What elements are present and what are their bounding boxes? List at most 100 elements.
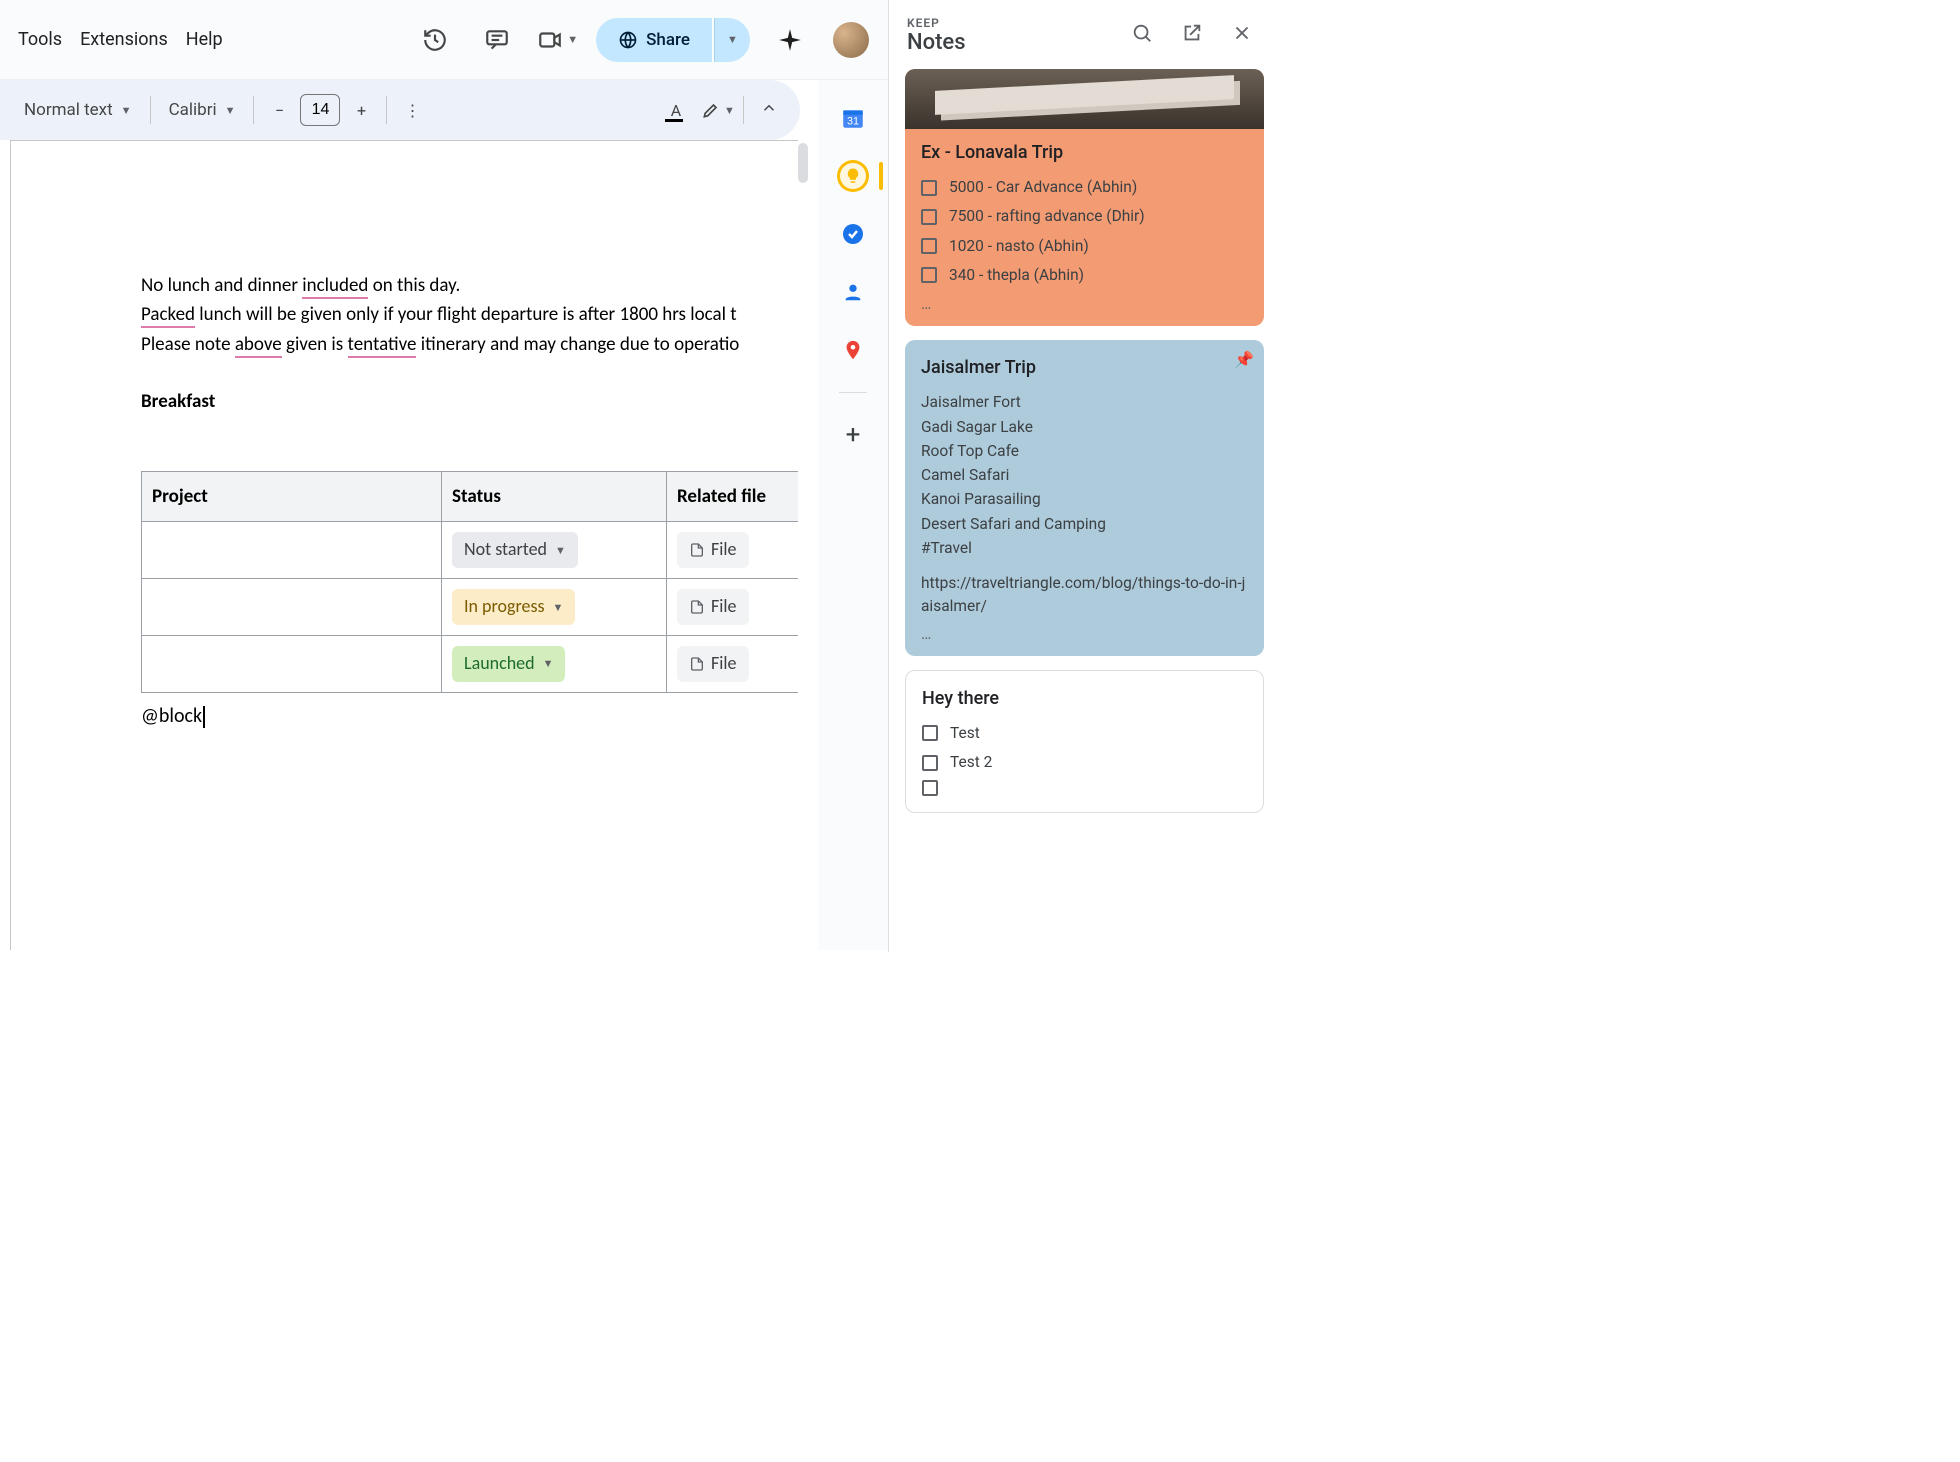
share-dropdown[interactable]: ▼ bbox=[714, 18, 750, 62]
open-external-icon[interactable] bbox=[1172, 22, 1212, 49]
status-chip-launched[interactable]: Launched ▼ bbox=[452, 646, 565, 682]
note-link[interactable]: https://traveltriangle.com/blog/things-t… bbox=[921, 572, 1248, 619]
keep-app-icon[interactable] bbox=[837, 160, 869, 192]
svg-text:31: 31 bbox=[847, 116, 859, 128]
note-title: Jaisalmer Trip bbox=[921, 354, 1248, 381]
font-size-input[interactable] bbox=[300, 94, 340, 126]
checkbox-icon[interactable] bbox=[921, 267, 937, 283]
keep-notes-list: Ex - Lonavala Trip 5000 - Car Advance (A… bbox=[889, 63, 1280, 819]
th-project: Project bbox=[142, 471, 442, 521]
gemini-icon[interactable] bbox=[768, 18, 812, 62]
font-size-decrease[interactable]: − bbox=[262, 101, 296, 120]
paragraph-style-select[interactable]: Normal text ▼ bbox=[14, 96, 142, 124]
document-content[interactable]: No lunch and dinner included on this day… bbox=[11, 141, 798, 732]
separator bbox=[253, 96, 254, 124]
scrollbar-thumb[interactable] bbox=[798, 143, 808, 183]
status-chip-notstarted[interactable]: Not started ▼ bbox=[452, 532, 578, 568]
search-icon[interactable] bbox=[1122, 22, 1162, 49]
text-color-icon[interactable]: A bbox=[659, 101, 693, 120]
note-title: Ex - Lonavala Trip bbox=[921, 139, 1248, 166]
project-table[interactable]: Project Status Related file Not started … bbox=[141, 471, 798, 693]
maps-app-icon[interactable] bbox=[837, 334, 869, 366]
heading-breakfast[interactable]: Breakfast bbox=[141, 387, 798, 416]
app-topbar: Tools Extensions Help ▼ Share ▼ bbox=[0, 0, 888, 80]
at-mention-text[interactable]: @block bbox=[141, 701, 798, 732]
note-checklist-item[interactable]: 340 - thepla (Abhin) bbox=[921, 264, 1248, 287]
paragraph[interactable]: Packed lunch will be given only if your … bbox=[141, 300, 798, 329]
th-files: Related file bbox=[667, 471, 799, 521]
comments-icon[interactable] bbox=[475, 18, 519, 62]
th-status: Status bbox=[442, 471, 667, 521]
contacts-app-icon[interactable] bbox=[837, 276, 869, 308]
table-row[interactable]: In progress ▼ File bbox=[142, 579, 799, 636]
document-canvas[interactable]: No lunch and dinner included on this day… bbox=[10, 140, 798, 950]
menu-help[interactable]: Help bbox=[186, 29, 223, 50]
font-size-increase[interactable]: + bbox=[344, 101, 378, 120]
paragraph-style-label: Normal text bbox=[24, 100, 113, 120]
font-family-label: Calibri bbox=[169, 100, 217, 120]
history-icon[interactable] bbox=[413, 18, 457, 62]
keep-note-jaisalmer[interactable]: 📌 Jaisalmer Trip Jaisalmer Fort Gadi Sag… bbox=[905, 340, 1264, 656]
text-cursor bbox=[203, 706, 205, 728]
menu-extensions[interactable]: Extensions bbox=[80, 29, 168, 50]
paragraph[interactable]: Please note above given is tentative iti… bbox=[141, 330, 798, 359]
chevron-down-icon: ▼ bbox=[727, 33, 738, 46]
meet-icon[interactable]: ▼ bbox=[537, 18, 578, 62]
rail-separator bbox=[839, 392, 867, 393]
checkbox-icon[interactable] bbox=[921, 180, 937, 196]
note-title: Hey there bbox=[922, 685, 1247, 712]
chevron-down-icon: ▼ bbox=[555, 542, 566, 559]
checkbox-icon[interactable] bbox=[921, 238, 937, 254]
font-size-stepper: − + bbox=[262, 94, 378, 126]
add-addon-icon[interactable]: + bbox=[837, 419, 869, 451]
highlight-icon[interactable]: ▼ bbox=[701, 100, 735, 120]
note-image-preview bbox=[905, 69, 1264, 129]
chevron-down-icon: ▼ bbox=[724, 104, 735, 117]
chevron-down-icon: ▼ bbox=[121, 104, 132, 117]
more-format-icon[interactable]: ⋮ bbox=[395, 101, 429, 120]
checkbox-icon[interactable] bbox=[921, 209, 937, 225]
file-chip[interactable]: File bbox=[677, 589, 749, 625]
calendar-app-icon[interactable]: 31 bbox=[837, 102, 869, 134]
note-checklist-item[interactable]: Test bbox=[922, 722, 1247, 745]
file-chip[interactable]: File bbox=[677, 646, 749, 682]
tasks-app-icon[interactable] bbox=[837, 218, 869, 250]
keep-note-heythere[interactable]: Hey there Test Test 2 bbox=[905, 670, 1264, 814]
checkbox-icon[interactable] bbox=[922, 780, 938, 796]
separator bbox=[386, 96, 387, 124]
font-family-select[interactable]: Calibri ▼ bbox=[159, 96, 246, 124]
note-checklist-item[interactable]: 1020 - nasto (Abhin) bbox=[921, 235, 1248, 258]
separator bbox=[743, 96, 744, 124]
account-avatar[interactable] bbox=[830, 19, 872, 61]
status-chip-inprogress[interactable]: In progress ▼ bbox=[452, 589, 575, 625]
note-more: … bbox=[921, 293, 1248, 316]
note-checklist-item[interactable] bbox=[922, 780, 1247, 796]
collapse-toolbar-icon[interactable] bbox=[752, 99, 786, 121]
paragraph[interactable]: No lunch and dinner included on this day… bbox=[141, 271, 798, 300]
note-body: Jaisalmer Fort Gadi Sagar Lake Roof Top … bbox=[921, 391, 1248, 560]
formatting-toolbar: Normal text ▼ Calibri ▼ − + ⋮ A ▼ bbox=[0, 80, 800, 140]
table-row[interactable]: Launched ▼ File bbox=[142, 635, 799, 692]
top-actions: ▼ Share ▼ bbox=[413, 18, 888, 62]
note-checklist-item[interactable]: Test 2 bbox=[922, 751, 1247, 774]
share-button[interactable]: Share bbox=[596, 18, 712, 62]
menu-bar: Tools Extensions Help bbox=[0, 29, 223, 50]
side-rail: 31 + bbox=[818, 80, 888, 950]
checkbox-icon[interactable] bbox=[922, 725, 938, 741]
note-checklist-item[interactable]: 7500 - rafting advance (Dhir) bbox=[921, 205, 1248, 228]
note-more: … bbox=[921, 623, 1248, 646]
chevron-down-icon: ▼ bbox=[553, 599, 564, 616]
close-icon[interactable] bbox=[1222, 22, 1262, 49]
chevron-down-icon: ▼ bbox=[543, 655, 554, 672]
menu-tools[interactable]: Tools bbox=[18, 29, 62, 50]
keep-title: Notes bbox=[907, 30, 1112, 55]
note-checklist-item[interactable]: 5000 - Car Advance (Abhin) bbox=[921, 176, 1248, 199]
table-row[interactable]: Not started ▼ File bbox=[142, 522, 799, 579]
pin-icon[interactable]: 📌 bbox=[1234, 348, 1254, 372]
keep-header: KEEP Notes bbox=[889, 0, 1280, 63]
file-chip[interactable]: File bbox=[677, 532, 749, 568]
checkbox-icon[interactable] bbox=[922, 755, 938, 771]
keep-note-lonavala[interactable]: Ex - Lonavala Trip 5000 - Car Advance (A… bbox=[905, 69, 1264, 326]
chevron-down-icon: ▼ bbox=[225, 104, 236, 117]
keep-eyebrow: KEEP bbox=[907, 16, 1112, 30]
